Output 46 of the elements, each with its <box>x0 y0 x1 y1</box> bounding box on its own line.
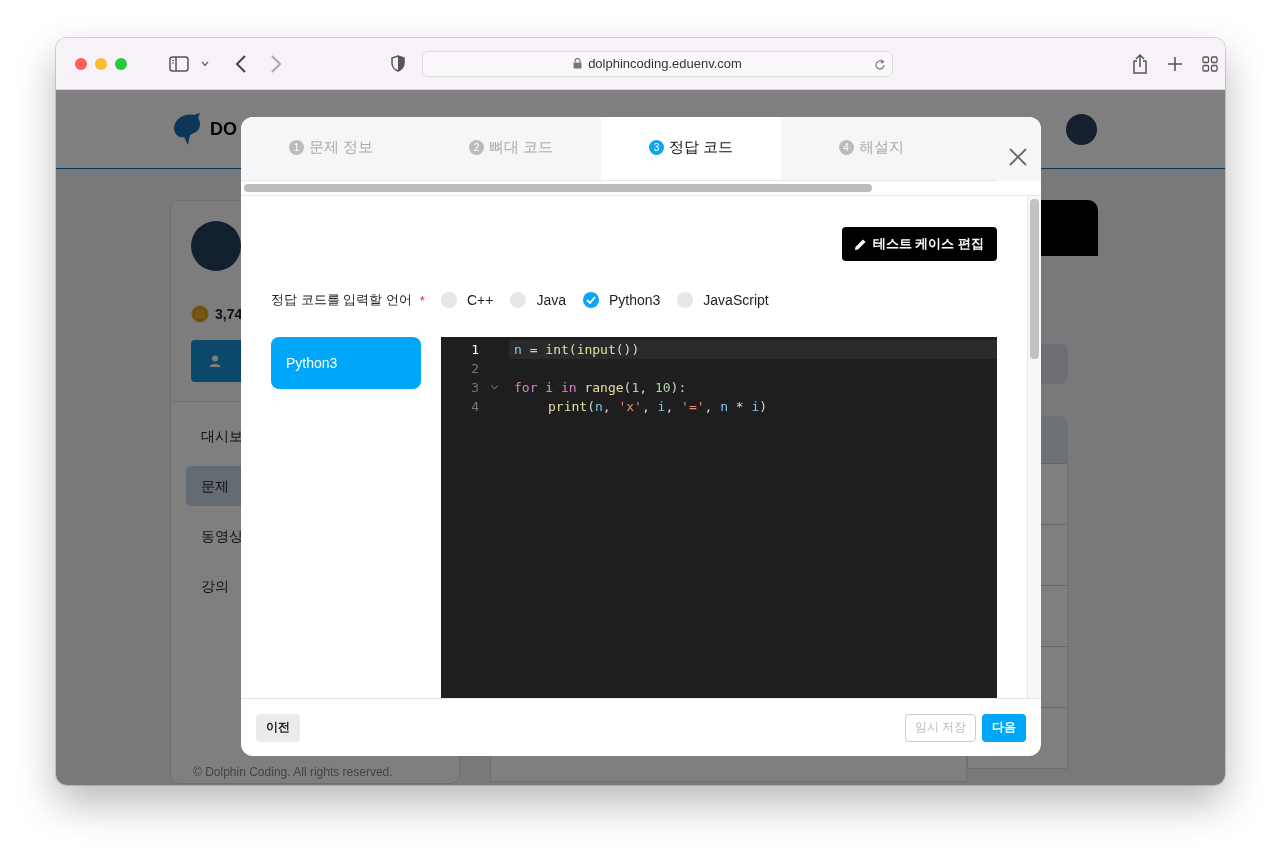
code-line: print(n, 'x', i, '=', n * i) <box>548 399 768 414</box>
line-number: 1 <box>470 342 479 357</box>
scrollbar-thumb[interactable] <box>1030 199 1039 359</box>
radio-circle[interactable] <box>510 292 527 308</box>
pencil-icon <box>853 237 867 251</box>
fold-icon[interactable] <box>490 385 498 390</box>
step-tab[interactable]: 3 정답 코드 <box>601 117 781 180</box>
language-option[interactable]: Java <box>510 292 566 308</box>
reload-icon[interactable] <box>874 58 886 71</box>
forward-icon[interactable] <box>270 54 282 73</box>
radio-circle[interactable] <box>677 292 694 308</box>
person-icon <box>209 355 221 367</box>
avatar <box>191 221 241 271</box>
back-icon[interactable] <box>235 54 247 73</box>
points-value: 3,74 <box>215 306 243 322</box>
share-icon[interactable] <box>1132 53 1148 74</box>
tab-overview-icon[interactable] <box>1202 55 1218 72</box>
avatar[interactable] <box>1066 114 1097 145</box>
scrollbar-thumb[interactable] <box>244 184 872 192</box>
zoom-window-button[interactable] <box>115 57 127 70</box>
lock-icon <box>573 58 583 69</box>
shield-icon[interactable] <box>391 55 405 72</box>
radio-circle[interactable] <box>582 292 599 308</box>
sidebar-icon[interactable] <box>169 55 189 72</box>
radio-circle[interactable] <box>440 292 457 308</box>
chevron-down-icon[interactable] <box>201 60 209 67</box>
language-option[interactable]: JavaScript <box>677 292 769 308</box>
required-mark: * <box>419 292 425 308</box>
footer-text: © Dolphin Coding. All rights reserved. <box>193 765 393 779</box>
close-window-button[interactable] <box>75 57 87 70</box>
language-label: 정답 코드를 입력할 언어 <box>271 291 412 309</box>
language-option[interactable]: C++ <box>440 292 494 308</box>
language-option[interactable]: Python3 <box>582 292 661 308</box>
close-icon[interactable] <box>1009 148 1027 166</box>
logo-text: DO <box>210 118 237 140</box>
previous-button[interactable]: 이전 <box>256 713 300 742</box>
line-number: 4 <box>470 399 479 414</box>
code-line: for i in range(1, 10): <box>514 380 687 395</box>
code-line: n = int(input()) <box>514 342 640 357</box>
coin-icon <box>191 305 209 323</box>
line-number: 2 <box>470 361 479 376</box>
address-bar[interactable]: dolphincoding.eduenv.com <box>422 50 893 77</box>
code-editor[interactable]: 1 n = int(input()) 2 3 for i in range(1, 10): 4 print(n, 'x', i, '=', n * i) <box>441 337 997 698</box>
edit-test-cases-button[interactable]: 테스트 케이스 편집 <box>841 227 997 261</box>
new-tab-icon[interactable] <box>1168 56 1182 71</box>
line-number: 3 <box>470 380 479 395</box>
